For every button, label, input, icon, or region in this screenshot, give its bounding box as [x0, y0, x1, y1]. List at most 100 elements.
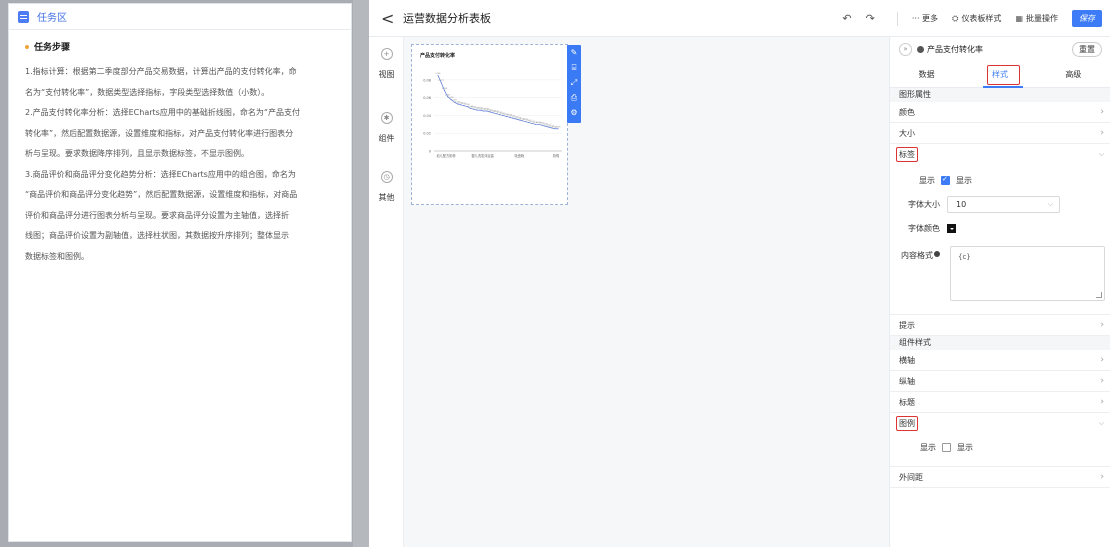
group-shape-attrs: 图形属性 [890, 88, 1110, 102]
rail-item-view[interactable]: + 视图 [369, 48, 404, 80]
rail-item-component[interactable]: ✱ 组件 [369, 112, 404, 144]
chevron-down-icon: ⌵ [1098, 419, 1104, 427]
task-panel-title: 任务区 [37, 13, 67, 24]
help-icon[interactable] [934, 251, 940, 257]
toolbar-separator [896, 11, 898, 26]
step-line: 数据标签和图例。 [25, 251, 89, 261]
content-format-label: 内容格式 [901, 251, 933, 260]
tab-style[interactable]: 样式 [963, 61, 1036, 88]
left-rail: + 视图 ✱ 组件 ◷ 其他 [369, 37, 404, 547]
font-size-select[interactable]: 10 ⌵ [947, 196, 1060, 213]
line-chart: 0 0.02 0.04 0.06 0.08 幼儿配方奶粉 婴儿洗发沐浴露 吸盘碗 奶嘴 0.085… [423, 73, 562, 158]
legend-show-option: 显示 [957, 443, 973, 452]
export-icon[interactable]: ⎙ [567, 91, 581, 105]
property-tabs: 数据 样式 高级 [890, 61, 1110, 88]
y-axis-row[interactable]: 纵轴 › [890, 371, 1110, 392]
y-tick-label: 0.02 [423, 132, 431, 136]
size-row[interactable]: 大小 › [890, 123, 1110, 144]
rail-item-other[interactable]: ◷ 其他 [369, 171, 404, 203]
legend-settings: 显示 显示 [890, 434, 1110, 467]
x-tick-label: 幼儿配方奶粉 [436, 153, 456, 158]
legend-row[interactable]: 图例 ⌵ [890, 413, 1110, 434]
save-button[interactable]: 保存 [1072, 10, 1102, 27]
label-row[interactable]: 标签 ⌵ [890, 144, 1110, 165]
data-label: 0.077 [439, 80, 444, 82]
step-line: 析与呈现。要求数据降序排列，且显示数据标签，不显示图例。 [25, 149, 249, 158]
tooltip-row[interactable]: 提示 › [890, 315, 1110, 336]
margin-label: 外间距 [899, 472, 923, 482]
legend-show-checkbox[interactable] [942, 443, 951, 452]
panel-divider[interactable] [353, 0, 369, 547]
task-panel-header: 任务区 [9, 4, 351, 30]
gear-circle-icon: ✱ [380, 112, 393, 124]
batch-ops-button[interactable]: ▦ 批量操作 [1015, 13, 1058, 24]
steps-text: 1.指标计算：根据第二季度部分产品交易数据，计算出产品的支付转化率，命 名为“支… [25, 62, 337, 267]
info-icon [917, 45, 924, 53]
dashboard-style-button[interactable]: ⛭ 仪表板样式 [952, 13, 1001, 24]
chevron-down-icon: ⌵ [1098, 150, 1104, 158]
palette-icon: ⛭ [952, 13, 959, 23]
more-button[interactable]: ··· 更多 [912, 13, 938, 24]
font-color-label: 字体颜色 [908, 224, 940, 233]
legend-label: 图例 [896, 416, 918, 431]
dashboard-title: 运营数据分析表板 [403, 12, 491, 25]
property-panel: » 产品支付转化率 重置 数据 样式 高级 图形属性 颜色 › 大小 › 标签 ⌵ 显… [889, 37, 1110, 547]
y-tick-label: 0 [429, 150, 431, 154]
label-show-option: 显示 [956, 176, 972, 185]
step-line: 3.商品评价和商品评分变化趋势分析：选择ECharts应用中的组合图，命名为 [25, 169, 296, 179]
filter-icon[interactable]: ⌸ [567, 61, 581, 75]
color-row[interactable]: 颜色 › [890, 102, 1110, 123]
plus-circle-icon: + [380, 48, 393, 60]
step-line: 名为“支付转化率”，数据类型选择指标，字段类型选择数值（小数）。 [25, 87, 270, 97]
tooltip-label: 提示 [899, 320, 915, 330]
chevron-right-icon: › [1100, 376, 1104, 386]
title-row[interactable]: 标题 › [890, 392, 1110, 413]
undo-icon[interactable]: ↶ [842, 12, 851, 25]
expand-icon[interactable]: ⤢ [567, 76, 581, 90]
top-toolbar: < 运营数据分析表板 ↶ ↷ ··· 更多 ⛭ 仪表板样式 ▦ 批量操作 保存 [369, 0, 1110, 37]
data-point [443, 90, 445, 92]
highlight-box [987, 65, 1021, 85]
x-axis-row[interactable]: 横轴 › [890, 350, 1110, 371]
group-component-style: 组件样式 [890, 336, 1110, 350]
font-size-label: 字体大小 [908, 200, 940, 209]
chevron-right-icon: › [1100, 355, 1104, 365]
tab-advanced[interactable]: 高级 [1037, 61, 1110, 87]
legend-show-row: 显示 显示 [920, 442, 973, 453]
collapse-icon[interactable]: » [899, 42, 912, 56]
edit-icon[interactable]: ✎ [567, 46, 581, 60]
chevron-right-icon: › [1100, 128, 1104, 138]
tab-data[interactable]: 数据 [890, 61, 963, 87]
dashboard-editor: < 运营数据分析表板 ↶ ↷ ··· 更多 ⛭ 仪表板样式 ▦ 批量操作 保存 + … [369, 0, 1110, 547]
font-size-row: 字体大小 10 ⌵ [908, 196, 1060, 213]
property-header: » 产品支付转化率 重置 [890, 37, 1110, 61]
steps-title: 任务步骤 [34, 43, 71, 53]
font-color-swatch[interactable] [947, 224, 956, 233]
y-axis-label: 纵轴 [899, 376, 915, 386]
step-line: 线图；商品评价设置为副轴值，选择柱状图，其数据按升序排列；整体显示 [25, 231, 289, 240]
chevron-right-icon: › [1100, 472, 1104, 482]
chart-widget[interactable]: 产品支付转化率 0 0.02 0.04 0.06 0.08 幼儿配方奶粉 婴儿洗发沐浴露 吸盘… [411, 44, 568, 205]
chevron-right-icon: › [1100, 107, 1104, 117]
margin-row[interactable]: 外间距 › [890, 467, 1110, 488]
step-line: 1.指标计算：根据第二季度部分产品交易数据，计算出产品的支付转化率，命 [25, 67, 297, 76]
chevron-down-icon: ⌵ [1047, 200, 1053, 208]
label-show-checkbox[interactable] [941, 175, 950, 185]
content-format-input[interactable]: {c} [950, 246, 1105, 301]
reset-button[interactable]: 重置 [1072, 42, 1102, 57]
y-tick-label: 0.04 [423, 114, 432, 118]
data-label: 0.025 [555, 126, 560, 128]
data-point [482, 110, 484, 112]
task-body: 任务步骤 1.指标计算：根据第二季度部分产品交易数据，计算出产品的支付转化率，命… [9, 30, 351, 267]
settings-icon[interactable]: ⚙ [567, 106, 581, 120]
back-chevron-icon[interactable]: < [381, 9, 397, 28]
data-point [534, 123, 536, 125]
title-label: 标题 [899, 397, 915, 407]
bullet-dot-icon [25, 44, 29, 49]
active-tab-underline [983, 86, 1024, 88]
document-icon [18, 10, 29, 23]
redo-icon[interactable]: ↷ [866, 12, 875, 25]
data-label: 0.085 [435, 73, 440, 75]
dashboard-canvas[interactable]: 产品支付转化率 0 0.02 0.04 0.06 0.08 幼儿配方奶粉 婴儿洗发沐浴露 吸盘… [404, 37, 889, 547]
y-tick-label: 0.06 [423, 96, 431, 100]
